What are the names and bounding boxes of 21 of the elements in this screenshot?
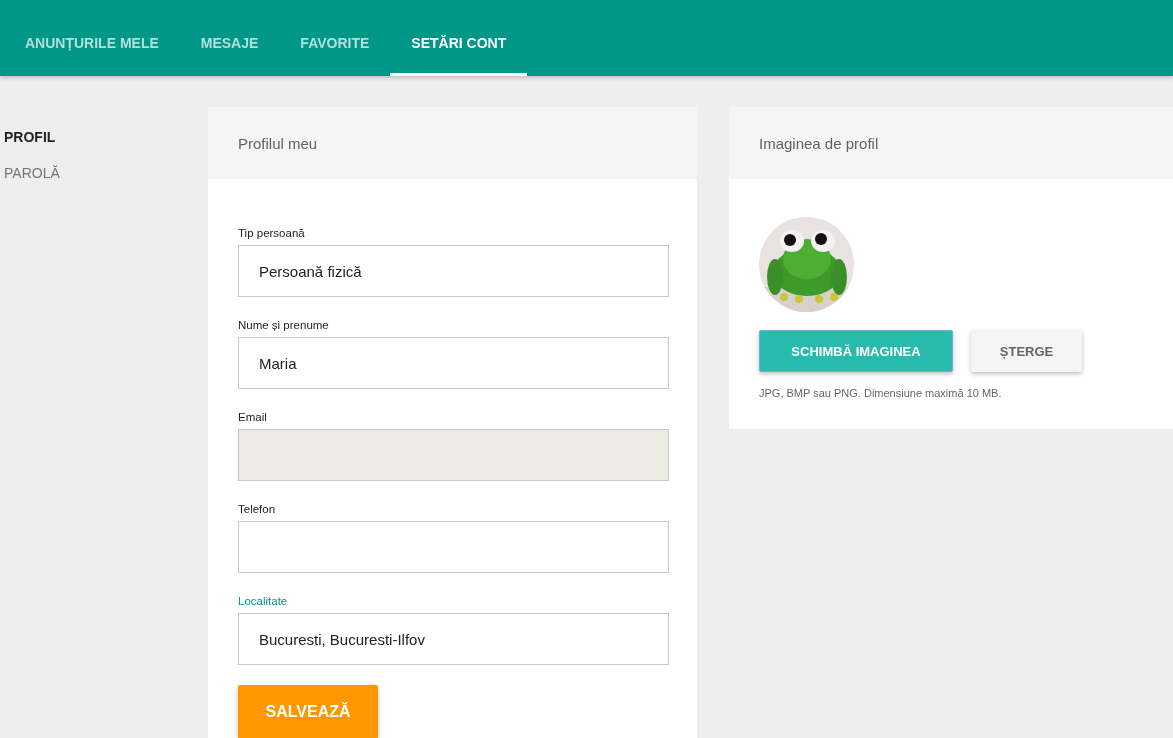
save-button[interactable]: SALVEAZĂ [238, 685, 378, 738]
delete-button[interactable]: ȘTERGE [971, 330, 1082, 372]
change-image-button[interactable]: SCHIMBĂ IMAGINEA [759, 330, 953, 372]
hint-text: JPG, BMP sau PNG. Dimensiune maximă 10 MB. [759, 387, 1003, 399]
field-label: Tip persoană [238, 227, 306, 239]
card-title: Profilul meu [238, 134, 318, 152]
field-label: Email [238, 411, 268, 423]
nav-tab[interactable]: FAVORITE [279, 0, 391, 76]
sidebar-item[interactable]: PROFIL [0, 129, 56, 145]
card-title: Imaginea de profil [759, 134, 879, 152]
field-label: Localitate [238, 595, 289, 607]
nav-tab[interactable]: ANUNȚURILE MELE [4, 0, 180, 76]
input-field[interactable]: Bucuresti, Bucuresti-Ilfov [238, 613, 669, 665]
sidebar-item[interactable]: PAROLĂ [0, 165, 60, 181]
input-field[interactable]: Persoană fizică [238, 245, 669, 297]
nav-tab[interactable]: SETĂRI CONT [390, 0, 528, 76]
nav-tab[interactable]: MESAJE [179, 0, 280, 76]
field-label: Telefon [238, 503, 277, 515]
field-label: Nume și prenume [238, 319, 330, 331]
input-field[interactable]: Maria [238, 337, 669, 389]
input-field[interactable] [238, 521, 669, 573]
